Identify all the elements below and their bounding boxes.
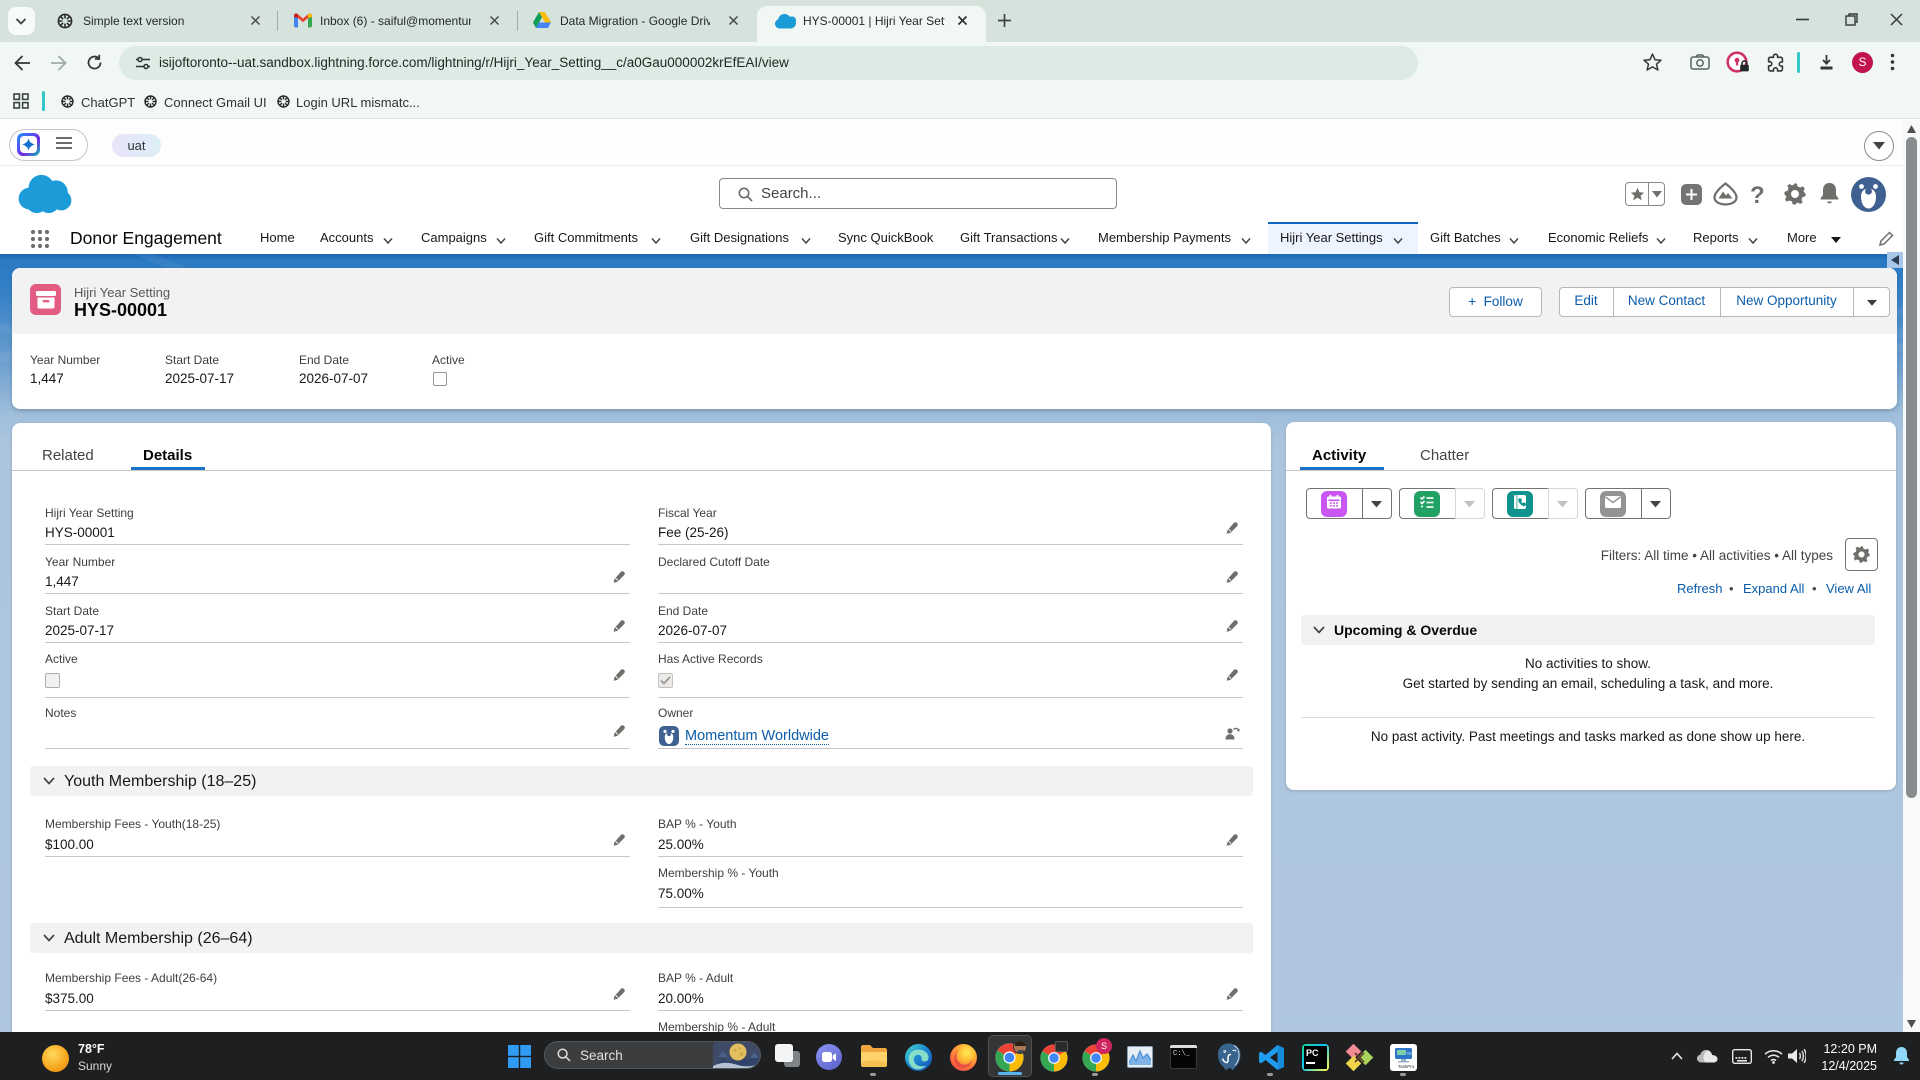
svg-text:GO: GO [1407, 1051, 1413, 1056]
